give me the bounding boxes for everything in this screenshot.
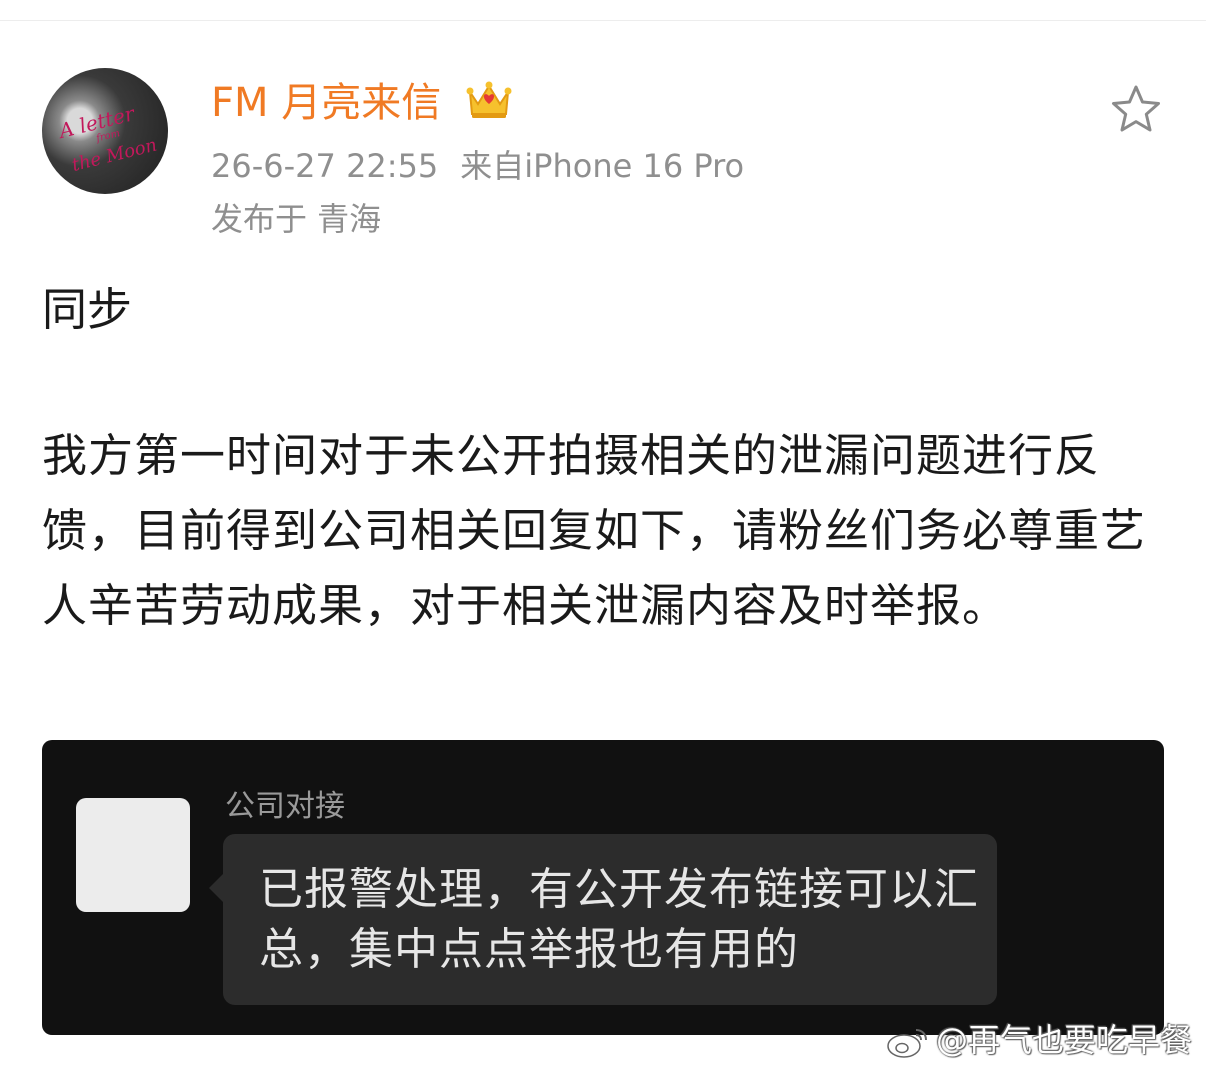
author-avatar[interactable]: A letter from the Moon xyxy=(42,68,168,194)
watermark: @再气也要吃早餐 xyxy=(886,1020,1192,1060)
post-location: 发布于 青海 xyxy=(211,200,382,238)
post-timestamp: 26-6-27 22:55 xyxy=(211,147,439,185)
post-body: 我方第一时间对于未公开拍摄相关的泄漏问题进行反馈，目前得到公司相关回复如下，请粉… xyxy=(42,429,1147,632)
avatar-text-line3: the Moon xyxy=(70,135,159,176)
chat-sender-avatar xyxy=(76,798,190,912)
chat-sender-name: 公司对接 xyxy=(225,789,345,824)
post-meta-line: 26-6-27 22:55 来自iPhone 16 Pro xyxy=(211,145,744,187)
weibo-logo-icon xyxy=(887,1029,927,1058)
chat-screenshot-card: 公司对接 已报警处理，有公开发布链接可以汇总，集中点点举报也有用的 xyxy=(42,740,1164,1035)
avatar-art: A letter from the Moon xyxy=(55,101,159,176)
chat-message-bubble: 已报警处理，有公开发布链接可以汇总，集中点点举报也有用的 xyxy=(209,834,997,1005)
chat-message-text: 已报警处理，有公开发布链接可以汇总，集中点点举报也有用的 xyxy=(259,864,979,975)
post-source: 来自iPhone 16 Pro xyxy=(460,147,745,185)
author-name[interactable]: FM 月亮来信 xyxy=(211,76,441,130)
top-divider xyxy=(0,20,1206,21)
crown-icon xyxy=(466,81,512,118)
post-heading: 同步 xyxy=(42,283,133,336)
watermark-text: @再气也要吃早餐 xyxy=(935,1021,1192,1059)
star-outline-icon[interactable] xyxy=(1110,84,1162,134)
